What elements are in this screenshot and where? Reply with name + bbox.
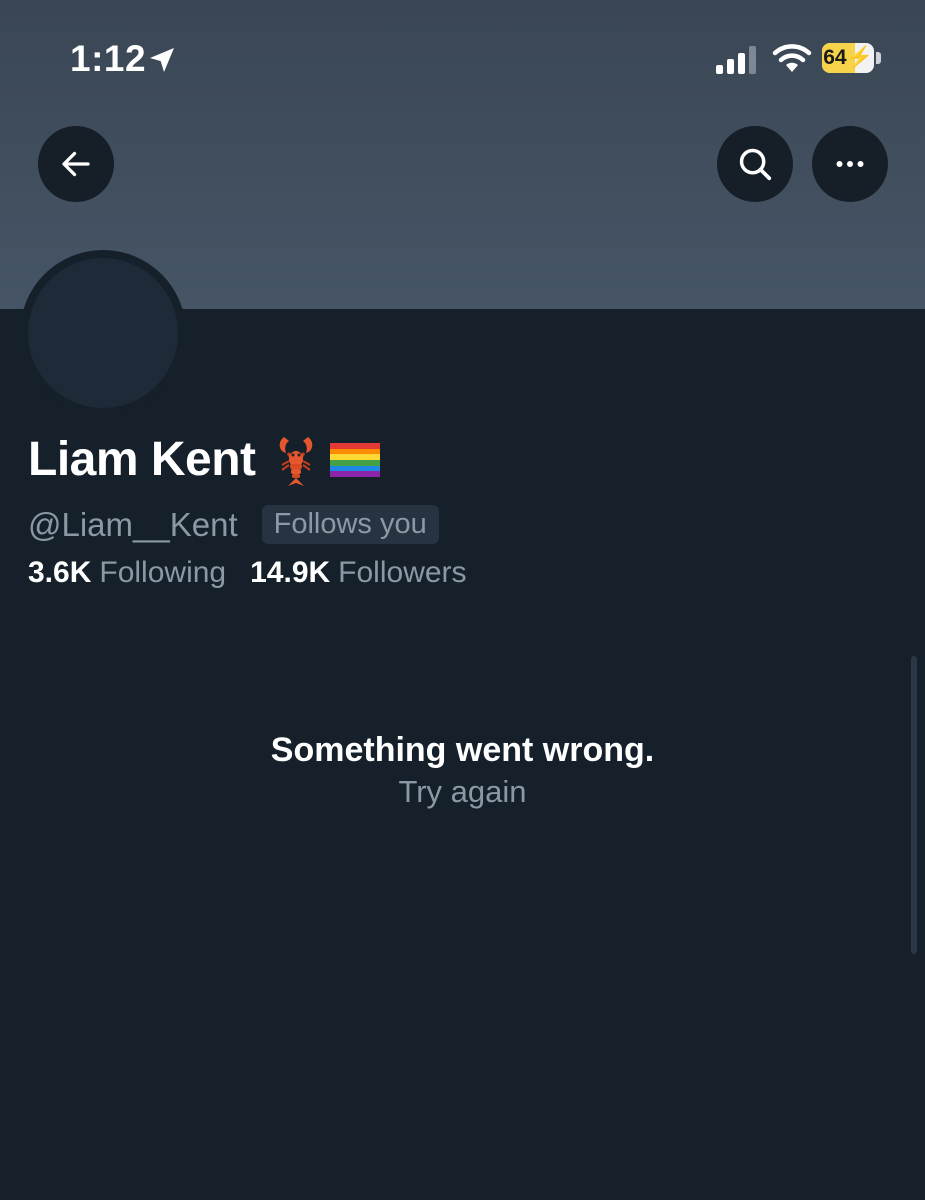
follows-you-badge: Follows you bbox=[261, 505, 439, 544]
arrow-left-icon bbox=[62, 151, 90, 177]
status-bar: 1:12 64⚡ bbox=[0, 0, 925, 120]
battery-indicator: 64⚡ bbox=[822, 43, 874, 73]
following-label: Following bbox=[99, 556, 227, 589]
handle-row: @Liam__Kent Follows you bbox=[28, 505, 439, 544]
followers-link[interactable]: 14.9K Followers bbox=[250, 556, 466, 590]
cellular-signal-icon bbox=[716, 46, 756, 74]
status-time: 1:12 bbox=[70, 38, 147, 79]
followers-count: 14.9K bbox=[250, 556, 331, 589]
following-link[interactable]: 3.6K Following bbox=[28, 556, 226, 590]
more-horizontal-icon bbox=[836, 161, 864, 167]
following-count: 3.6K bbox=[28, 556, 92, 589]
avatar-placeholder bbox=[28, 258, 178, 408]
search-icon bbox=[739, 148, 772, 181]
wifi-icon bbox=[772, 44, 812, 72]
lobster-emoji-icon bbox=[279, 436, 312, 486]
more-options-button[interactable] bbox=[812, 126, 888, 202]
profile-name: Liam Kent bbox=[28, 433, 256, 486]
follow-stats: 3.6K Following 14.9K Followers bbox=[28, 556, 467, 590]
back-button[interactable] bbox=[38, 126, 114, 202]
error-message: Something went wrong. bbox=[270, 731, 655, 769]
battery-nub bbox=[876, 52, 881, 64]
try-again-button[interactable]: Try again bbox=[398, 774, 526, 809]
battery-level: 64 bbox=[823, 46, 847, 69]
profile-handle: @Liam__Kent bbox=[28, 505, 238, 543]
location-arrow-icon bbox=[150, 48, 174, 72]
profile-name-row: Liam Kent bbox=[28, 432, 380, 487]
followers-label: Followers bbox=[338, 556, 467, 589]
battery-charging-icon: 64⚡ bbox=[823, 46, 873, 69]
rainbow-flag-emoji-icon bbox=[329, 442, 380, 477]
search-button[interactable] bbox=[717, 126, 793, 202]
retry-row: Try again bbox=[0, 774, 925, 810]
profile-avatar[interactable] bbox=[20, 250, 186, 416]
scrollbar[interactable] bbox=[911, 656, 917, 954]
